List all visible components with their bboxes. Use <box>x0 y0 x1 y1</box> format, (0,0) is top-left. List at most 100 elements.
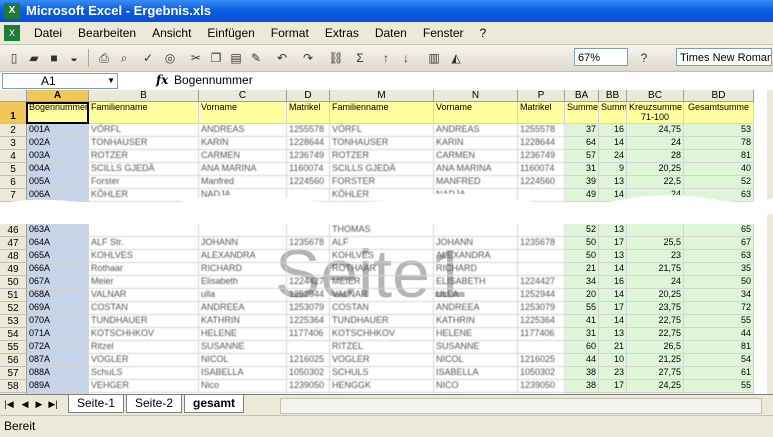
table-cell[interactable]: 16 <box>599 276 627 289</box>
menu-item-format[interactable]: Format <box>263 22 317 44</box>
table-cell[interactable]: 1216025 <box>287 354 330 367</box>
header-cell[interactable]: Matrikel <box>287 102 330 124</box>
table-cell[interactable]: ANDREEA <box>434 302 518 315</box>
table-cell[interactable]: KOHLVES <box>89 250 199 263</box>
last-sheet-icon[interactable]: ▶| <box>48 399 58 410</box>
table-cell[interactable]: 20 <box>565 289 599 302</box>
table-cell[interactable]: 25,5 <box>627 237 684 250</box>
table-cell[interactable]: 1253079 <box>287 302 330 315</box>
table-cell[interactable]: 44 <box>684 328 754 341</box>
zoom-combo[interactable]: 67% <box>574 48 628 66</box>
menu-item-daten[interactable]: Daten <box>367 22 415 44</box>
table-cell[interactable]: ELISABETH <box>434 276 518 289</box>
spelling-icon[interactable]: ✓ <box>138 48 158 68</box>
table-cell[interactable]: 72 <box>684 302 754 315</box>
table-cell[interactable]: 26,5 <box>627 341 684 354</box>
table-cell[interactable] <box>518 341 565 354</box>
row-header[interactable]: 57 <box>0 367 27 380</box>
table-cell[interactable]: 064A <box>27 237 89 250</box>
table-cell[interactable]: HELENE <box>434 328 518 341</box>
table-cell[interactable]: SCILLS GJEDÄ <box>330 163 434 176</box>
row-header[interactable]: 1 <box>0 102 27 124</box>
table-cell[interactable]: CARMEN <box>199 150 287 163</box>
table-cell[interactable]: VOGLER <box>330 354 434 367</box>
table-cell[interactable]: 088A <box>27 367 89 380</box>
table-cell[interactable]: 1225364 <box>518 315 565 328</box>
table-cell[interactable]: 37 <box>565 124 599 137</box>
table-cell[interactable]: 54 <box>684 354 754 367</box>
table-cell[interactable]: ISABELLA <box>434 367 518 380</box>
table-cell[interactable]: TONHAUSER <box>89 137 199 150</box>
table-cell[interactable]: TUNDHAUER <box>89 315 199 328</box>
worksheet-grid[interactable]: Seite1 A B C D M N P BA BB BC BD 1 Bogennummer Famili… <box>0 90 773 394</box>
autosum-icon[interactable]: Σ <box>350 48 370 68</box>
table-cell[interactable]: 1235678 <box>287 237 330 250</box>
table-cell[interactable]: 20,25 <box>627 289 684 302</box>
table-cell[interactable]: 001A <box>27 124 89 137</box>
print-icon[interactable]: ⎙ <box>94 48 114 68</box>
sort-descending-icon[interactable]: ↓ <box>396 48 416 68</box>
vertical-scrollbar[interactable] <box>767 90 773 394</box>
menu-item-datei[interactable]: Datei <box>26 22 70 44</box>
table-cell[interactable]: COSTAN <box>330 302 434 315</box>
table-cell[interactable]: 1216025 <box>518 354 565 367</box>
column-header-ba[interactable]: BA <box>565 90 599 102</box>
table-cell[interactable]: 14 <box>599 263 627 276</box>
table-cell[interactable]: NICOL <box>199 354 287 367</box>
table-cell[interactable]: KATHRIN <box>434 315 518 328</box>
table-cell[interactable]: ISABELLA <box>199 367 287 380</box>
table-cell[interactable]: ALF <box>330 237 434 250</box>
table-cell[interactable]: ulla <box>199 289 287 302</box>
table-cell[interactable]: 35 <box>684 263 754 276</box>
chart-wizard-icon[interactable]: ▥ <box>424 48 444 68</box>
table-cell[interactable]: 41 <box>565 315 599 328</box>
table-cell[interactable]: ROTHAAR <box>330 263 434 276</box>
table-cell[interactable]: 10 <box>599 354 627 367</box>
table-cell[interactable]: 24,25 <box>627 380 684 393</box>
table-cell[interactable]: RITZEL <box>330 341 434 354</box>
table-cell[interactable]: 13 <box>599 250 627 263</box>
table-cell[interactable]: 1224427 <box>287 276 330 289</box>
table-cell[interactable]: 1177406 <box>287 328 330 341</box>
redo-icon[interactable]: ↷ <box>298 48 318 68</box>
open-folder-icon[interactable]: ▰ <box>24 48 44 68</box>
permission-icon[interactable]: ◒ <box>64 48 84 68</box>
row-header[interactable]: 54 <box>0 328 27 341</box>
table-cell[interactable]: 14 <box>599 289 627 302</box>
horizontal-scrollbar[interactable] <box>280 398 762 414</box>
table-cell[interactable]: ULLA <box>434 289 518 302</box>
table-cell[interactable]: 23,75 <box>627 302 684 315</box>
table-cell[interactable]: 24 <box>599 150 627 163</box>
menu-item-ansicht[interactable]: Ansicht <box>144 22 199 44</box>
table-cell[interactable]: RICHARD <box>199 263 287 276</box>
table-cell[interactable]: 1236749 <box>287 150 330 163</box>
table-cell[interactable]: ROTZER <box>330 150 434 163</box>
table-cell[interactable]: 14 <box>599 315 627 328</box>
row-header[interactable]: 51 <box>0 289 27 302</box>
table-cell[interactable]: 23 <box>599 367 627 380</box>
table-cell[interactable]: 067A <box>27 276 89 289</box>
header-cell[interactable]: Matrikel <box>518 102 565 124</box>
table-cell[interactable]: SCILLS GJEDÄ <box>89 163 199 176</box>
header-cell[interactable]: Gesamtsumme <box>684 102 754 124</box>
column-header-m[interactable]: M <box>330 90 434 102</box>
name-box[interactable]: A1 ▼ <box>2 73 118 89</box>
table-cell[interactable]: 81 <box>684 341 754 354</box>
new-file-icon[interactable]: ▯ <box>4 48 24 68</box>
table-cell[interactable]: 1160074 <box>518 163 565 176</box>
table-cell[interactable]: Nico <box>199 380 287 393</box>
table-cell[interactable]: 069A <box>27 302 89 315</box>
table-cell[interactable]: ROTZER <box>89 150 199 163</box>
table-cell[interactable]: 1160074 <box>287 163 330 176</box>
table-cell[interactable]: 27,75 <box>627 367 684 380</box>
table-cell[interactable]: 50 <box>565 250 599 263</box>
table-cell[interactable]: 81 <box>684 150 754 163</box>
table-cell[interactable]: 22,75 <box>627 328 684 341</box>
row-header[interactable]: 56 <box>0 354 27 367</box>
table-cell[interactable]: KARIN <box>434 137 518 150</box>
menu-item-[interactable]: ? <box>472 22 495 44</box>
row-header[interactable]: 5 <box>0 163 27 176</box>
table-cell[interactable]: CARMEN <box>434 150 518 163</box>
table-cell[interactable]: 1228644 <box>518 137 565 150</box>
table-cell[interactable]: TONHAUSER <box>330 137 434 150</box>
